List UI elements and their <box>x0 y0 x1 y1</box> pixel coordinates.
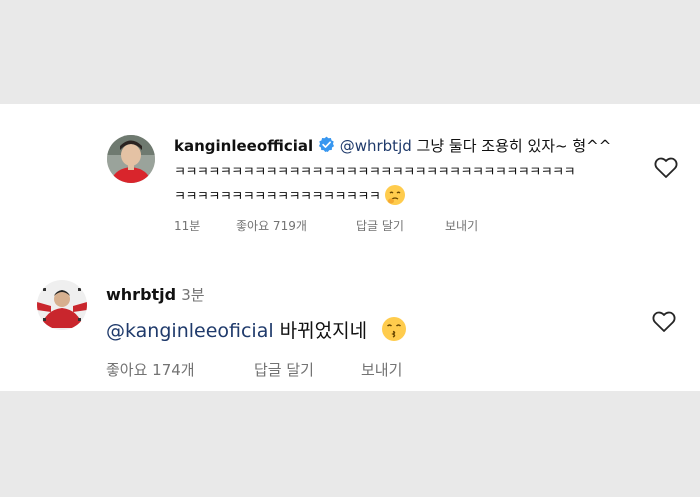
heart-icon[interactable] <box>654 157 678 179</box>
reply-button[interactable]: 답글 달기 <box>356 217 404 234</box>
timestamp: 3분 <box>181 286 205 304</box>
comment-text-line2: ㅋㅋㅋㅋㅋㅋㅋㅋㅋㅋㅋㅋㅋㅋㅋㅋㅋㅋㅋㅋㅋㅋㅋㅋㅋㅋㅋㅋㅋㅋㅋㅋㅋㅋㅋ <box>174 165 576 180</box>
shushing-face-icon <box>384 184 406 210</box>
username-whrbtjd[interactable]: whrbtjd <box>106 285 176 304</box>
comment-text-line1: 그냥 둘다 조용히 있자~ 형^^ <box>411 137 612 155</box>
comment-text: 바뀌었지네 <box>273 320 368 342</box>
comment-whrbtjd: whrbtjd 3분 @kanginleeoficial 바뀌었지네 좋아요 1… <box>0 254 700 391</box>
timestamp: 11분 <box>174 219 201 233</box>
avatar-whrbtjd[interactable] <box>37 280 87 330</box>
comments-card: kanginleeofficial @whrbtjd 그냥 둘다 조용히 있자~… <box>0 104 700 391</box>
reply-button[interactable]: 답글 달기 <box>254 359 314 380</box>
comment-text-line3: ㅋㅋㅋㅋㅋㅋㅋㅋㅋㅋㅋㅋㅋㅋㅋㅋㅋㅋ <box>174 189 381 205</box>
kissing-face-icon <box>381 316 407 347</box>
likes-count[interactable]: 좋아요 719개 <box>236 217 307 234</box>
mention-kanginleeoficial[interactable]: @kanginleeoficial <box>106 320 274 342</box>
comment-meta-2: 좋아요 174개 답글 달기 보내기 <box>106 359 446 379</box>
username-kanginleeofficial[interactable]: kanginleeofficial <box>174 137 313 155</box>
comment-meta-1: 11분 좋아요 719개 답글 달기 보내기 <box>174 217 514 235</box>
verified-badge-icon <box>318 136 335 157</box>
heart-icon[interactable] <box>652 311 676 333</box>
send-button[interactable]: 보내기 <box>445 217 478 234</box>
avatar-kanginleeofficial[interactable] <box>107 135 155 183</box>
comment-kanginleeofficial: kanginleeofficial @whrbtjd 그냥 둘다 조용히 있자~… <box>0 104 700 254</box>
likes-count[interactable]: 좋아요 174개 <box>106 359 195 380</box>
send-button[interactable]: 보내기 <box>361 359 402 380</box>
mention-whrbtjd[interactable]: @whrbtjd <box>340 137 412 155</box>
